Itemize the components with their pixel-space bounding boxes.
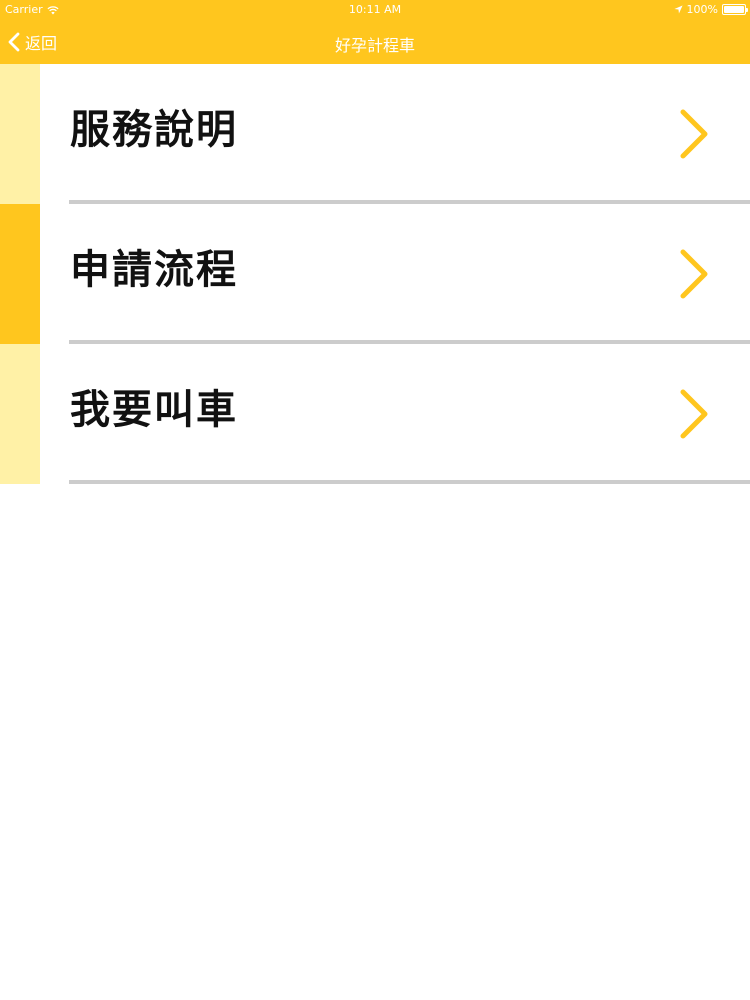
nav-title: 好孕計程車 [334, 36, 415, 55]
side-strip [0, 204, 40, 344]
chevron-right-icon [678, 108, 710, 160]
chevron-right-icon [678, 248, 710, 300]
location-arrow-icon [673, 5, 683, 14]
menu-item-label: 申請流程 [70, 247, 238, 293]
status-bar: Carrier 10:11 AM 100% [0, 0, 750, 20]
chevron-right-icon [678, 388, 710, 440]
side-strip [0, 344, 40, 484]
app-screen: Carrier 10:11 AM 100% 返回 好孕計程車 服務說明 申請流程… [0, 0, 750, 1000]
menu-item-label: 我要叫車 [70, 387, 238, 433]
menu-list: 服務說明 申請流程 我要叫車 [0, 64, 750, 484]
header: Carrier 10:11 AM 100% 返回 好孕計程車 [0, 0, 750, 64]
nav-bar: 返回 好孕計程車 [0, 20, 750, 64]
menu-item-label: 服務說明 [70, 107, 238, 153]
battery-full-icon [722, 4, 748, 15]
side-strip [0, 64, 40, 204]
divider [69, 480, 750, 484]
status-time: 10:11 AM [348, 3, 402, 16]
menu-item-application-process[interactable]: 申請流程 [0, 204, 750, 344]
status-right: 100% [673, 3, 748, 16]
menu-item-call-taxi[interactable]: 我要叫車 [0, 344, 750, 484]
menu-item-service-description[interactable]: 服務說明 [0, 64, 750, 204]
battery-percent: 100% [686, 3, 718, 16]
